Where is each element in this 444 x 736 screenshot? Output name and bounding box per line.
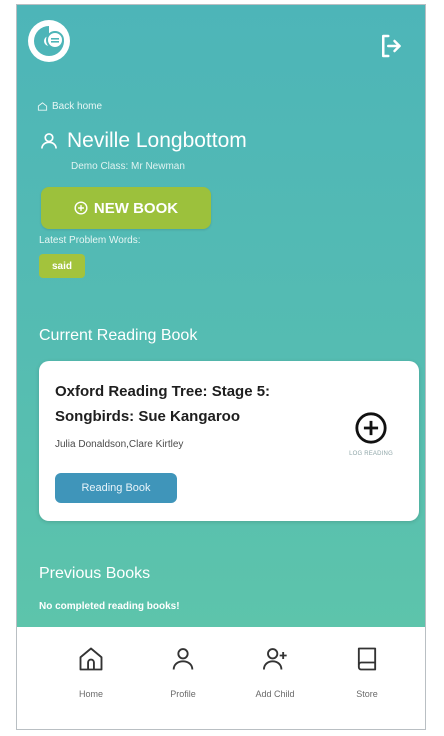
log-reading-button[interactable]: LOG READING [337,411,405,457]
book-icon [357,647,377,671]
profile-icon [172,648,194,670]
reading-book-button[interactable]: Reading Book [55,473,177,503]
plus-circle-icon [74,201,88,215]
student-name-row: Neville Longbottom [39,129,247,153]
nav-label-store: Store [356,689,378,699]
book-authors: Julia Donaldson,Clare Kirtley [55,439,184,450]
bottom-nav: Home Profile Add Child Store [17,627,425,729]
plus-circle-large-icon [355,412,387,444]
home-small-icon [37,102,48,111]
nav-item-home[interactable]: Home [51,627,131,729]
back-home-label: Back home [52,101,103,112]
home-icon [79,647,103,671]
book-title: Oxford Reading Tree: Stage 5: Songbirds:… [55,383,271,425]
back-home-link[interactable]: Back home [37,101,102,112]
log-reading-label: LOG READING [349,451,393,457]
logout-icon[interactable] [377,31,407,61]
person-icon [41,133,57,149]
add-user-icon [262,648,287,670]
main-content: Back home Neville Longbottom Demo Class:… [17,5,425,627]
nav-item-profile[interactable]: Profile [143,627,223,729]
nav-item-store[interactable]: Store [327,627,407,729]
app-screen: Back home Neville Longbottom Demo Class:… [16,4,426,730]
nav-label-add-child: Add Child [255,689,295,699]
new-book-button[interactable]: NEW BOOK [41,187,211,229]
problem-words-label: Latest Problem Words: [39,235,141,246]
student-name: Neville Longbottom [67,129,247,152]
problem-word-badge[interactable]: said [39,254,85,278]
nav-item-add-child[interactable]: Add Child [235,627,315,729]
current-reading-title: Current Reading Book [39,327,198,344]
nav-label-home: Home [78,689,103,699]
new-book-label: NEW BOOK [93,199,179,217]
student-class: Demo Class: Mr Newman [71,161,185,172]
nav-label-profile: Profile [170,689,196,699]
no-completed-books-text: No completed reading books! [39,601,180,612]
previous-books-title: Previous Books [39,565,151,582]
current-book-card[interactable]: Oxford Reading Tree: Stage 5: Songbirds:… [39,361,419,521]
app-logo-icon [28,20,70,62]
